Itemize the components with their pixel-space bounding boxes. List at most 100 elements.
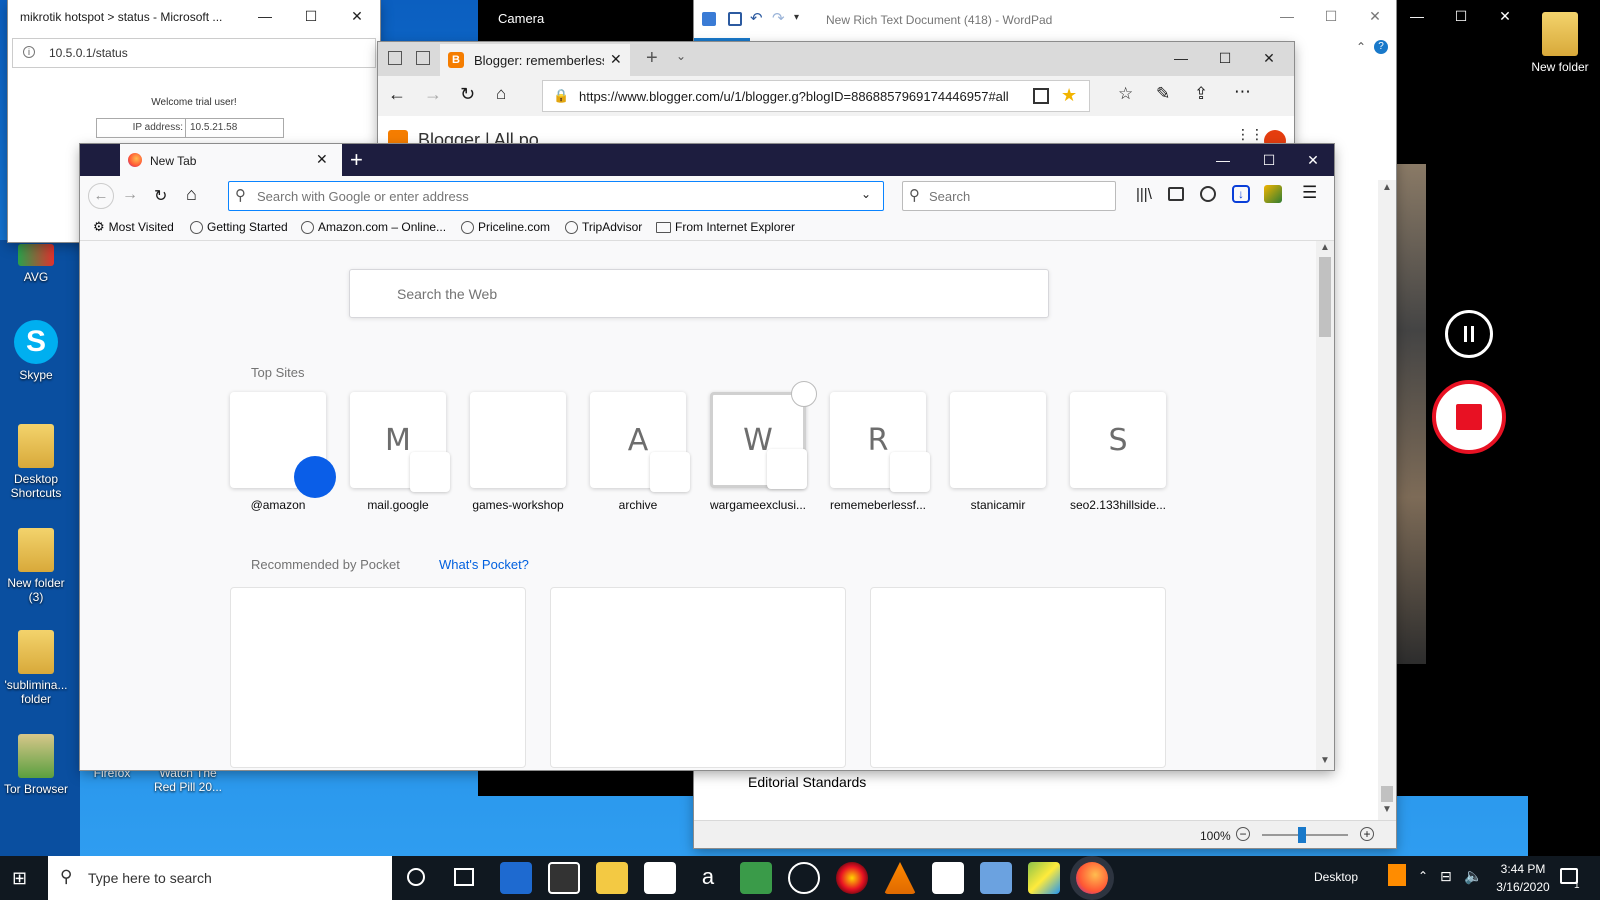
vlc-taskbar-icon[interactable] xyxy=(884,862,916,894)
redo-icon[interactable]: ↷ xyxy=(772,9,785,27)
edge-more-icon[interactable]: ⋯ xyxy=(1234,82,1251,102)
scroll-down-icon[interactable]: ▼ xyxy=(1382,804,1392,815)
edge-minimize-button[interactable]: — xyxy=(1158,42,1204,74)
firefox-address-input[interactable] xyxy=(257,185,847,207)
whats-pocket-link[interactable]: What's Pocket? xyxy=(439,557,529,572)
mikrotik-maximize-button[interactable]: ☐ xyxy=(288,0,334,32)
firefox-reload-icon[interactable]: ↻ xyxy=(154,186,167,206)
firefox-maximize-button[interactable]: ☐ xyxy=(1246,144,1292,176)
desktop-icon-new-folder-3[interactable]: New folder (3) xyxy=(0,528,72,604)
notification-alert-icon[interactable] xyxy=(1388,864,1406,886)
firefox-taskbar-icon[interactable] xyxy=(1076,862,1108,894)
pocket-card[interactable] xyxy=(870,587,1166,768)
mikrotik-minimize-button[interactable]: — xyxy=(242,0,288,32)
firefox-scroll-down-icon[interactable]: ▼ xyxy=(1320,755,1330,766)
address-dropdown-icon[interactable]: ⌄ xyxy=(861,187,871,201)
wordpad-scrollbar[interactable]: ▲ ▼ xyxy=(1378,180,1396,820)
clock-date[interactable]: 3/16/2020 xyxy=(1488,880,1558,894)
edge-forward-icon[interactable]: → xyxy=(424,84,442,105)
edge-tab-blogger[interactable]: B Blogger: rememberlessf ✕ xyxy=(440,44,630,76)
edge-new-tab-icon[interactable]: + xyxy=(646,47,658,70)
pocket-card[interactable] xyxy=(230,587,526,768)
tripadvisor-taskbar-icon[interactable] xyxy=(740,862,772,894)
quick-access-dropdown-icon[interactable]: ▾ xyxy=(794,12,799,23)
favorite-star-icon[interactable]: ★ xyxy=(1061,85,1077,106)
mail-taskbar-icon[interactable] xyxy=(644,862,676,894)
reading-view-icon[interactable] xyxy=(1033,88,1049,104)
desktop-icon-avg[interactable]: AVG xyxy=(0,244,72,284)
top-site-tile[interactable] xyxy=(950,392,1046,488)
bookmark-tripadvisor[interactable]: TripAdvisor xyxy=(565,219,642,235)
firefox-search-input[interactable] xyxy=(929,185,1109,207)
edge-tab-close-icon[interactable]: ✕ xyxy=(610,51,622,68)
account-icon[interactable] xyxy=(1200,186,1216,202)
firefox-tab-new-tab[interactable]: New Tab ✕ xyxy=(120,144,342,176)
amazon-taskbar-icon[interactable]: a xyxy=(692,862,724,894)
edge-notes-icon[interactable]: ✎ xyxy=(1156,84,1170,104)
file-explorer-taskbar-icon[interactable] xyxy=(596,862,628,894)
bookmark-from-internet-explorer[interactable]: From Internet Explorer xyxy=(656,219,795,235)
edge-back-icon[interactable]: ← xyxy=(388,84,406,105)
save-icon[interactable] xyxy=(728,12,742,26)
undo-icon[interactable]: ↶ xyxy=(750,9,763,27)
show-hidden-icons-icon[interactable]: ⌃ xyxy=(1418,869,1428,883)
camera-stop-record-button[interactable] xyxy=(1432,380,1506,454)
pocket-card[interactable] xyxy=(550,587,846,768)
camera-maximize-button[interactable]: ☐ xyxy=(1438,0,1484,32)
firefox-search-bar[interactable]: ⚲ xyxy=(902,181,1116,211)
info-icon[interactable]: i xyxy=(23,46,35,58)
bookmark-getting-started[interactable]: Getting Started xyxy=(190,219,288,235)
start-button[interactable]: ⊞ xyxy=(12,868,32,888)
zoom-slider-thumb[interactable] xyxy=(1298,827,1306,843)
edge-set-aside-tabs-icon[interactable] xyxy=(416,51,430,65)
edge-tab-list-icon[interactable]: ⌄ xyxy=(676,49,686,63)
edge-address-bar[interactable]: 🔒 https://www.blogger.com/u/1/blogger.g?… xyxy=(542,80,1090,112)
desktop-icon-tor-browser[interactable]: Tor Browser xyxy=(0,734,72,796)
firefox-address-bar[interactable]: ⚲ ⌄ xyxy=(228,181,884,211)
camera-taskbar-icon[interactable] xyxy=(932,862,964,894)
firefox-back-icon[interactable]: ← xyxy=(88,183,114,209)
desktop-icon-desktop-shortcuts[interactable]: Desktop Shortcuts xyxy=(0,424,72,500)
ribbon-collapse-icon[interactable]: ⌃ xyxy=(1356,40,1366,54)
desktop-toolbar-label[interactable]: Desktop xyxy=(1314,870,1358,884)
edge-refresh-icon[interactable]: ↻ xyxy=(460,84,475,105)
firefox-scroll-up-icon[interactable]: ▲ xyxy=(1320,242,1330,253)
wordpad-minimize-button[interactable]: — xyxy=(1264,0,1310,32)
cortana-icon[interactable] xyxy=(407,868,425,886)
top-site-tile-hovered[interactable]: W xyxy=(710,381,817,489)
edge-favorites-icon[interactable]: ☆ xyxy=(1118,84,1133,104)
camera-minimize-button[interactable]: — xyxy=(1394,0,1440,32)
media-taskbar-icon[interactable] xyxy=(788,862,820,894)
blogger-apps-icon[interactable]: ⋮⋮ xyxy=(1236,126,1264,143)
wordpad-maximize-button[interactable]: ☐ xyxy=(1308,0,1354,32)
clock-time[interactable]: 3:44 PM xyxy=(1488,862,1558,876)
web-search-box[interactable]: Search the Web xyxy=(349,269,1049,318)
edge-tab-manager-icon[interactable] xyxy=(388,51,402,65)
wordpad-close-button[interactable]: ✕ xyxy=(1352,0,1396,32)
task-view-icon[interactable] xyxy=(454,868,474,886)
firefox-menu-icon[interactable]: ☰ xyxy=(1302,183,1317,203)
volume-icon[interactable]: 🔈 xyxy=(1464,867,1483,885)
zoom-out-icon[interactable]: − xyxy=(1236,827,1250,841)
firefox-new-tab-icon[interactable]: + xyxy=(350,147,363,173)
app-taskbar-icon[interactable] xyxy=(836,862,868,894)
firefox-close-button[interactable]: ✕ xyxy=(1290,144,1334,176)
edge-maximize-button[interactable]: ☐ xyxy=(1202,42,1248,74)
edge-taskbar-icon[interactable] xyxy=(500,862,532,894)
top-site-tile[interactable] xyxy=(470,392,566,488)
bookmark-priceline[interactable]: Priceline.com xyxy=(461,219,550,235)
firefox-scroll-thumb[interactable] xyxy=(1319,257,1331,337)
extension-icon[interactable] xyxy=(1264,185,1282,203)
edge-home-icon[interactable]: ⌂ xyxy=(496,84,506,104)
bookmark-most-visited[interactable]: ⚙ Most Visited xyxy=(93,219,174,235)
edge-share-icon[interactable]: ⇪ xyxy=(1194,84,1208,104)
top-site-tile[interactable]: S xyxy=(1070,392,1166,488)
firefox-tab-close-icon[interactable]: ✕ xyxy=(316,151,328,168)
desktop-icon-watch-the-red-pill[interactable]: Watch The Red Pill 20... xyxy=(152,766,224,794)
top-site-tile[interactable]: R xyxy=(830,392,930,492)
taskbar-search-box[interactable]: ⚲ Type here to search xyxy=(48,856,392,900)
network-icon[interactable]: ⊟ xyxy=(1440,868,1452,885)
library-icon[interactable]: |||\ xyxy=(1136,186,1152,203)
desktop-icon-new-folder[interactable]: New folder xyxy=(1524,12,1596,74)
scroll-thumb[interactable] xyxy=(1381,786,1393,802)
